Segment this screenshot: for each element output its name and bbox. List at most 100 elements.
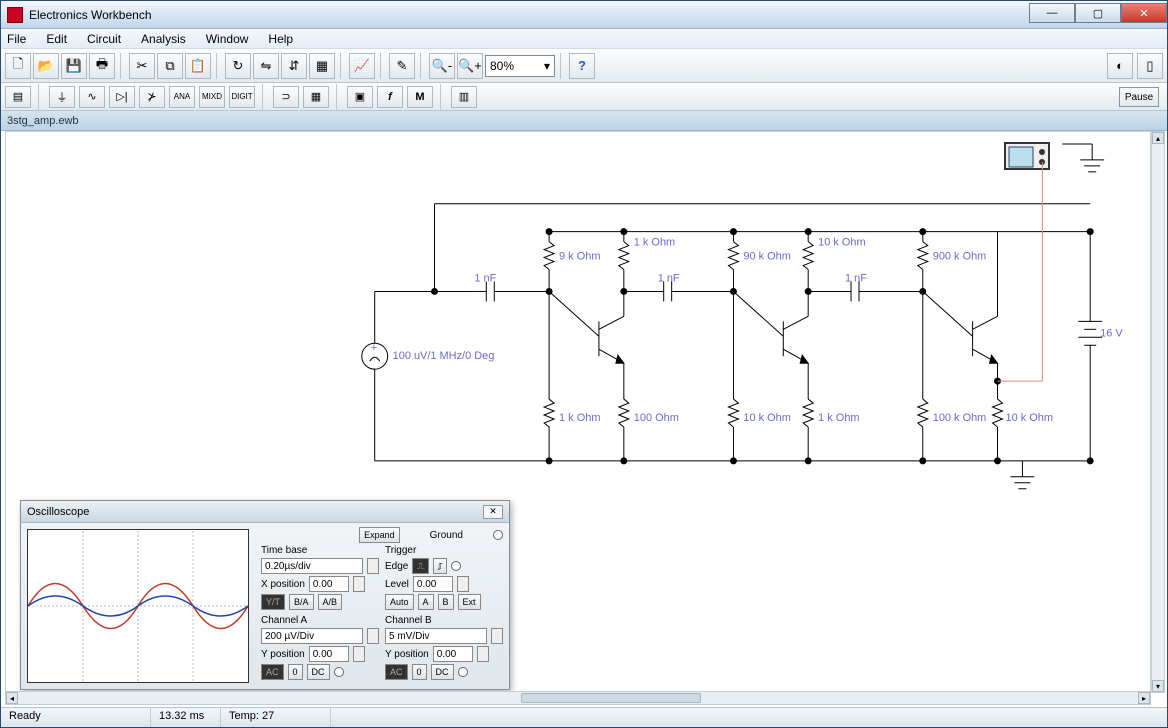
timebase-spin[interactable] <box>367 558 379 574</box>
graph-icon[interactable]: 📈 <box>349 53 375 79</box>
cha-ac-button[interactable]: AC <box>261 664 284 680</box>
menu-help[interactable]: Help <box>268 32 293 46</box>
transistors-icon[interactable]: ⊁ <box>139 86 165 108</box>
subckt-icon[interactable]: ▦ <box>309 53 335 79</box>
chb-field[interactable]: 5 mV/Div <box>385 628 487 644</box>
sources-icon[interactable]: ⏚ <box>49 86 75 108</box>
xpos-field[interactable]: 0.00 <box>309 576 349 592</box>
scroll-right-icon[interactable]: ▸ <box>1138 692 1150 704</box>
cha-label: Channel A <box>261 615 379 626</box>
scope-close-icon[interactable]: ✕ <box>483 505 503 519</box>
ba-button[interactable]: B/A <box>289 594 314 610</box>
logic-icon[interactable]: ⊃ <box>273 86 299 108</box>
book-icon[interactable]: ▯ <box>1137 53 1163 79</box>
r7-label: 100 Ohm <box>634 412 679 424</box>
trig-a-button[interactable]: A <box>418 594 434 610</box>
level-field[interactable]: 0.00 <box>413 576 453 592</box>
trigger-radio[interactable] <box>451 561 461 571</box>
scroll-left-icon[interactable]: ◂ <box>6 692 18 704</box>
menu-edit[interactable]: Edit <box>46 32 67 46</box>
pause-button[interactable]: Pause <box>1119 87 1159 107</box>
chb-dc-button[interactable]: DC <box>431 664 454 680</box>
chb-spin[interactable] <box>491 628 503 644</box>
timebase-label: Time base <box>261 545 379 556</box>
ext-button[interactable]: Ext <box>458 594 481 610</box>
zoomin-icon[interactable]: 🔍+ <box>457 53 483 79</box>
ypa-field[interactable]: 0.00 <box>309 646 349 662</box>
favorites-icon[interactable]: ▤ <box>5 86 31 108</box>
horizontal-scrollbar[interactable]: ◂ ▸ <box>5 691 1151 705</box>
ab-button[interactable]: A/B <box>318 594 343 610</box>
menu-circuit[interactable]: Circuit <box>87 32 121 46</box>
print-icon[interactable]: 🖶 <box>89 53 115 79</box>
r11-label: 10 k Ohm <box>1005 412 1052 424</box>
save-icon[interactable]: 💾 <box>61 53 87 79</box>
auto-button[interactable]: Auto <box>385 594 414 610</box>
instruments-icon[interactable]: ▥ <box>451 86 477 108</box>
copy-icon[interactable]: ⧉ <box>157 53 183 79</box>
scope-title: Oscilloscope <box>27 506 89 518</box>
misc-icon[interactable]: f <box>377 86 403 108</box>
indicator-icon[interactable]: ▦ <box>303 86 329 108</box>
schematic-canvas[interactable]: + <box>5 131 1151 705</box>
scope-titlebar[interactable]: Oscilloscope ✕ <box>21 501 509 523</box>
cha-radio[interactable] <box>334 667 344 677</box>
menu-file[interactable]: File <box>7 32 26 46</box>
scroll-down-icon[interactable]: ▾ <box>1152 680 1164 692</box>
c1-label: 1 nF <box>474 272 496 284</box>
paste-icon[interactable]: 📋 <box>185 53 211 79</box>
yt-button[interactable]: Y/T <box>261 594 285 610</box>
scroll-up-icon[interactable]: ▴ <box>1152 132 1164 144</box>
menu-analysis[interactable]: Analysis <box>141 32 186 46</box>
mixed-icon[interactable]: MIXD <box>199 86 225 108</box>
props-icon[interactable]: ✎ <box>389 53 415 79</box>
horizontal-thumb[interactable] <box>521 693 701 703</box>
flipv-icon[interactable]: ⇵ <box>281 53 307 79</box>
chb-radio[interactable] <box>458 667 468 677</box>
diodes-icon[interactable]: ▷| <box>109 86 135 108</box>
trig-b-button[interactable]: B <box>438 594 454 610</box>
menu-window[interactable]: Window <box>206 32 249 46</box>
fliph-icon[interactable]: ⇋ <box>253 53 279 79</box>
cha-zero-button[interactable]: 0 <box>288 664 303 680</box>
switch-icon[interactable]: ◐ <box>1107 53 1133 79</box>
cha-field[interactable]: 200 µV/Div <box>261 628 363 644</box>
cut-icon[interactable]: ✂ <box>129 53 155 79</box>
level-spin[interactable] <box>457 576 469 592</box>
r3-label: 90 k Ohm <box>743 251 790 263</box>
status-ready: Ready <box>1 708 151 727</box>
source-label: 100 uV/1 MHz/0 Deg <box>393 350 495 362</box>
cha-spin[interactable] <box>367 628 379 644</box>
chb-ac-button[interactable]: AC <box>385 664 408 680</box>
timebase-field[interactable]: 0.20µs/div <box>261 558 363 574</box>
digital-icon[interactable]: DIGIT <box>229 86 255 108</box>
document-tab[interactable]: 3stg_amp.ewb <box>1 111 1167 131</box>
vertical-scrollbar[interactable]: ▴ ▾ <box>1151 131 1165 693</box>
edge-fall-button[interactable]: ⎎ <box>433 558 448 574</box>
expand-button[interactable]: Expand <box>359 527 400 543</box>
control-icon[interactable]: ▣ <box>347 86 373 108</box>
oscilloscope-window[interactable]: Oscilloscope ✕ Expand <box>20 500 510 690</box>
xpos-spin[interactable] <box>353 576 365 592</box>
minimize-button[interactable]: — <box>1029 3 1075 23</box>
ypa-spin[interactable] <box>353 646 365 662</box>
ground-radio[interactable] <box>493 530 503 540</box>
close-button[interactable]: ✕ <box>1121 3 1167 23</box>
r6-label: 1 k Ohm <box>559 412 600 424</box>
vcc-label: 16 V <box>1100 327 1123 339</box>
chb-zero-button[interactable]: 0 <box>412 664 427 680</box>
help-icon[interactable]: ? <box>569 53 595 79</box>
zoom-select[interactable]: 80%▾ <box>485 55 555 77</box>
zoomout-icon[interactable]: 🔍- <box>429 53 455 79</box>
ypb-field[interactable]: 0.00 <box>433 646 473 662</box>
ypb-spin[interactable] <box>477 646 489 662</box>
basic-icon[interactable]: ∿ <box>79 86 105 108</box>
analog-icon[interactable]: ANA <box>169 86 195 108</box>
new-icon[interactable]: 🗋 <box>5 53 31 79</box>
cha-dc-button[interactable]: DC <box>307 664 330 680</box>
rotate-icon[interactable]: ↻ <box>225 53 251 79</box>
maximize-button[interactable]: ▢ <box>1075 3 1121 23</box>
edge-rise-button[interactable]: ⎍ <box>412 558 428 574</box>
open-icon[interactable]: 📂 <box>33 53 59 79</box>
m-icon[interactable]: M <box>407 86 433 108</box>
